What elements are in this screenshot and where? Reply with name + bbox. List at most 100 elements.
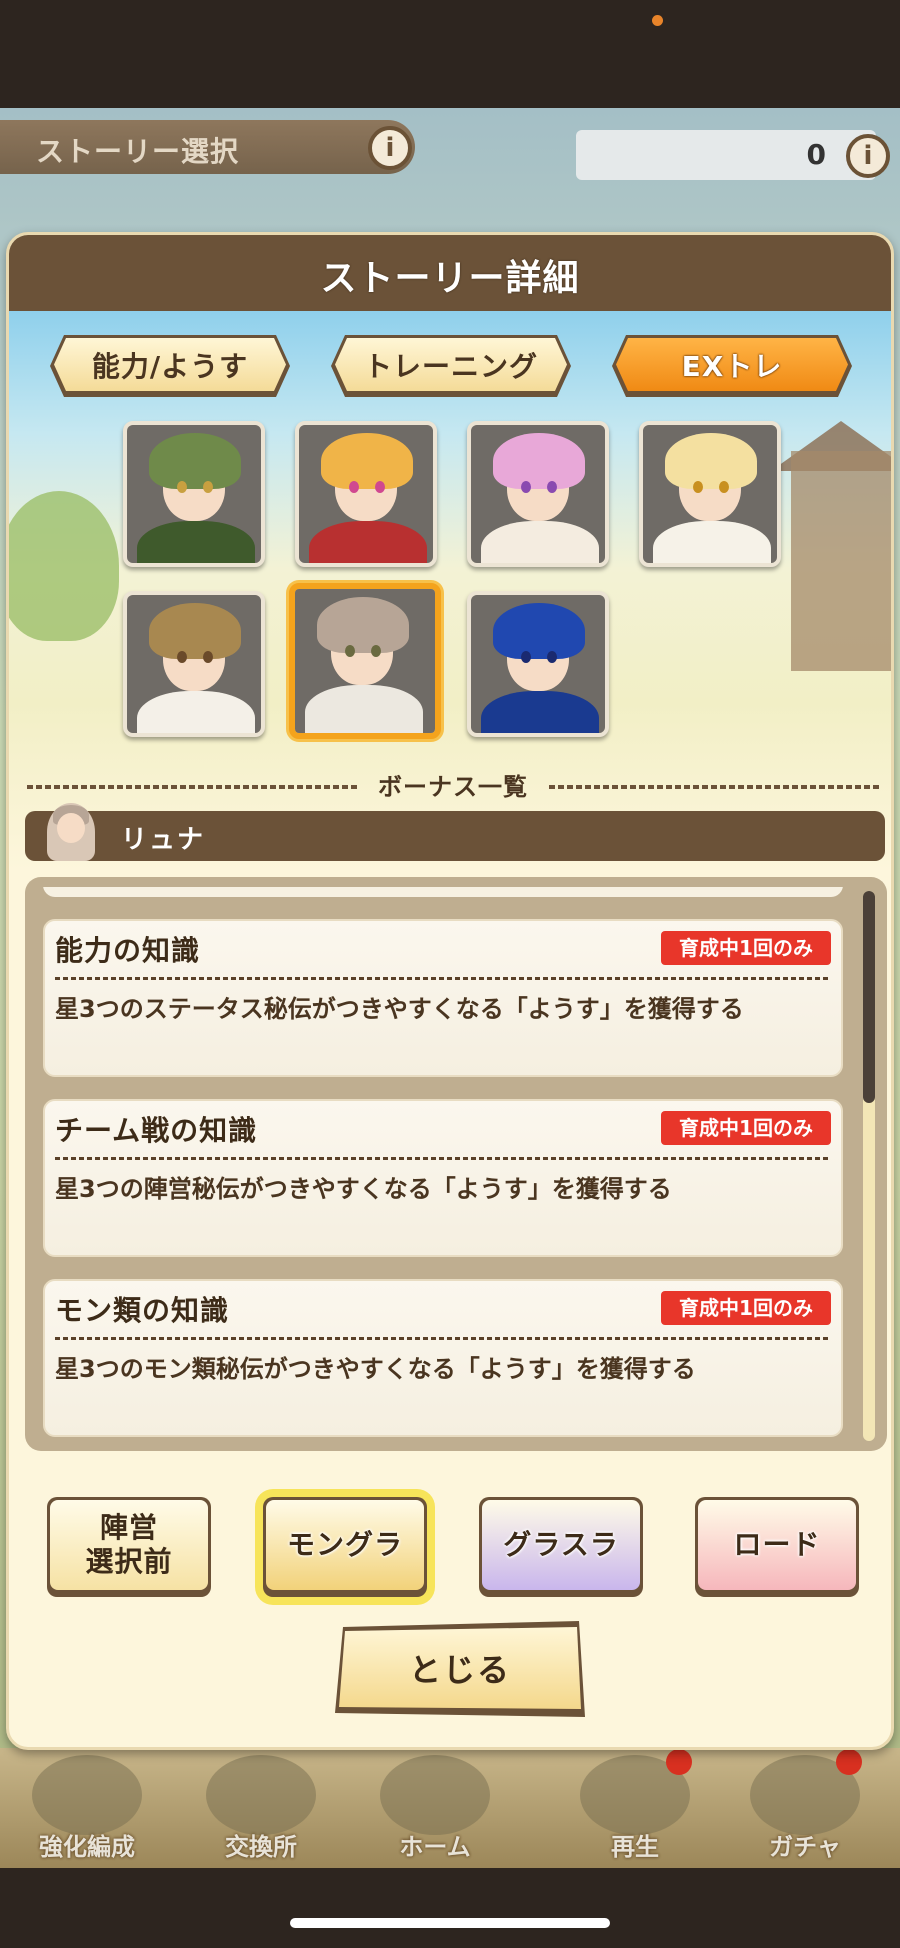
- close-button[interactable]: とじる: [335, 1621, 585, 1717]
- bonus-title: 能力の知識: [55, 934, 201, 967]
- tab-label: 能力/ようす: [54, 338, 286, 391]
- bonus-divider: [55, 1337, 831, 1340]
- tab-label: EXトレ: [616, 338, 848, 391]
- character-portrait-p4[interactable]: [639, 421, 781, 567]
- nav-item-gacha: ガチャ: [730, 1749, 880, 1865]
- bonus-card: チーム戦の知識 育成中1回のみ 星3つの陣営秘伝がつきやすくなる「ようす」を獲得…: [43, 1099, 843, 1257]
- mode-button-face: ロード: [698, 1500, 856, 1590]
- bottom-strip: [0, 1868, 900, 1948]
- portrait-body: [481, 691, 599, 733]
- character-portrait-p3[interactable]: [467, 421, 609, 567]
- mode-button-face: グラスラ: [482, 1500, 640, 1590]
- character-portrait-p2[interactable]: [295, 421, 437, 567]
- background-currency-box: 0: [576, 130, 876, 180]
- portrait-eye: [177, 651, 187, 663]
- character-portrait-p1[interactable]: [123, 421, 265, 567]
- bonus-divider: [55, 977, 831, 980]
- home-indicator[interactable]: [290, 1918, 610, 1928]
- mode-button-face: モングラ: [266, 1500, 424, 1590]
- bonus-card-partial: [43, 887, 843, 897]
- mode-label: モングラ: [286, 1528, 403, 1561]
- bonus-title: チーム戦の知識: [55, 1114, 258, 1147]
- bonus-description: 星3つの陣営秘伝がつきやすくなる「ようす」を獲得する: [55, 1175, 672, 1203]
- mode-button-grasura[interactable]: グラスラ: [479, 1497, 643, 1597]
- bonus-description: 星3つのステータス秘伝がつきやすくなる「ようす」を獲得する: [55, 995, 744, 1023]
- bonus-card: モン類の知識 育成中1回のみ 星3つのモン類秘伝がつきやすくなる「ようす」を獲得…: [43, 1279, 843, 1437]
- modal-title: ストーリー詳細: [320, 258, 580, 299]
- character-bar: リュナ: [25, 803, 885, 861]
- portrait-body: [653, 521, 771, 563]
- portrait-eye: [547, 651, 557, 663]
- portrait-eye: [719, 481, 729, 493]
- nav-label: 交換所: [225, 1833, 297, 1861]
- background-currency-value: 0: [806, 138, 826, 171]
- mode-button-road[interactable]: ロード: [695, 1497, 859, 1597]
- nav-item-enhance: 強化編成: [12, 1755, 162, 1865]
- portrait-body: [305, 685, 423, 733]
- nav-label: ホーム: [399, 1833, 471, 1861]
- character-name: リュナ: [121, 825, 206, 855]
- story-detail-modal: ストーリー詳細 能力/ようす トレーニング EXトレ ボーナス一覧 リュナ 能力…: [6, 232, 894, 1750]
- character-portrait-p5[interactable]: [123, 591, 265, 737]
- mode-button-faction-unselected[interactable]: 陣営 選択前: [47, 1497, 211, 1597]
- bonus-title: モン類の知識: [55, 1294, 230, 1327]
- bonus-list-divider: ボーナス一覧: [27, 767, 879, 807]
- mode-label-line1: 陣営: [99, 1511, 158, 1544]
- tab-ability[interactable]: 能力/ようす: [50, 335, 290, 397]
- portrait-hair: [493, 603, 585, 659]
- nav-label: 強化編成: [39, 1833, 135, 1861]
- portrait-eye: [177, 481, 187, 493]
- mode-label-line2: 選択前: [85, 1545, 173, 1578]
- portrait-hair: [149, 433, 241, 489]
- bonus-list-viewport: 能力の知識 育成中1回のみ 星3つのステータス秘伝がつきやすくなる「ようす」を獲…: [39, 887, 853, 1439]
- portrait-body: [481, 521, 599, 563]
- nav-icon: [206, 1755, 316, 1835]
- barn-decoration: [791, 451, 891, 671]
- nav-item-exchange: 交換所: [186, 1755, 336, 1865]
- portrait-eye: [371, 645, 381, 657]
- portrait-hair: [665, 433, 757, 489]
- character-avatar: [47, 803, 95, 861]
- nav-label: 再生: [611, 1833, 659, 1861]
- background-currency-info-icon: i: [846, 134, 890, 178]
- character-portrait-p7[interactable]: [467, 591, 609, 737]
- nav-item-regen: 再生: [560, 1749, 710, 1865]
- mode-label: ロード: [733, 1528, 821, 1561]
- portrait-hair: [149, 603, 241, 659]
- bonus-limit-badge: 育成中1回のみ: [661, 1291, 831, 1325]
- portrait-body: [137, 521, 255, 563]
- portrait-eye: [375, 481, 385, 493]
- avatar-face: [57, 813, 85, 843]
- nav-label: ガチャ: [769, 1833, 841, 1861]
- bonus-list[interactable]: 能力の知識 育成中1回のみ 星3つのステータス秘伝がつきやすくなる「ようす」を獲…: [25, 877, 887, 1451]
- divider-line: [549, 785, 879, 789]
- background-info-icon: i: [368, 126, 412, 170]
- bonus-limit-badge: 育成中1回のみ: [661, 1111, 831, 1145]
- notification-badge: [666, 1749, 692, 1775]
- modal-header: ストーリー詳細: [9, 235, 891, 311]
- mode-label: グラスラ: [503, 1528, 619, 1561]
- portrait-eye: [349, 481, 359, 493]
- mode-button-mongra[interactable]: モングラ: [263, 1497, 427, 1597]
- portrait-eye: [203, 651, 213, 663]
- status-indicator-dot: [652, 15, 663, 26]
- tree-decoration: [9, 491, 119, 641]
- bonus-card: 能力の知識 育成中1回のみ 星3つのステータス秘伝がつきやすくなる「ようす」を獲…: [43, 919, 843, 1077]
- portrait-body: [309, 521, 427, 563]
- portrait-eye: [547, 481, 557, 493]
- tab-ex-training[interactable]: EXトレ: [612, 335, 852, 397]
- tab-training[interactable]: トレーニング: [331, 335, 571, 397]
- portrait-hair: [493, 433, 585, 489]
- nav-icon: [32, 1755, 142, 1835]
- portrait-hair: [321, 433, 413, 489]
- nav-item-home: ホーム: [360, 1755, 510, 1865]
- scrollbar-thumb[interactable]: [863, 891, 875, 1103]
- notification-badge: [836, 1749, 862, 1775]
- bonus-description: 星3つのモン類秘伝がつきやすくなる「ようす」を獲得する: [55, 1355, 696, 1383]
- portrait-body: [137, 691, 255, 733]
- background-header-title: ストーリー選択: [36, 135, 240, 168]
- close-button-label: とじる: [339, 1627, 581, 1709]
- bonus-divider: [55, 1157, 831, 1160]
- character-portrait-p6[interactable]: [289, 583, 441, 739]
- nav-icon: [380, 1755, 490, 1835]
